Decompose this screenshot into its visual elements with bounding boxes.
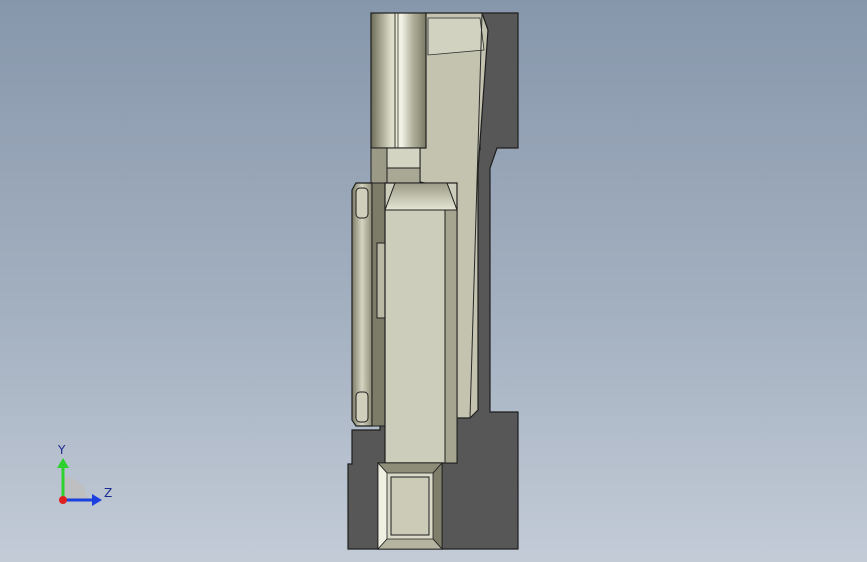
cad-part-model[interactable] <box>0 0 867 562</box>
left-rail <box>351 182 373 427</box>
top-cylinder <box>370 12 427 149</box>
y-axis-head <box>57 458 69 468</box>
graphics-viewport[interactable]: Y Z <box>0 0 867 562</box>
z-axis-head <box>92 494 102 506</box>
bottom-pocket <box>377 461 443 551</box>
triad-plane <box>63 476 87 500</box>
z-axis-label: Z <box>104 486 112 500</box>
central-block <box>384 182 458 464</box>
view-orientation-triad[interactable]: Y Z <box>40 440 130 515</box>
inner-strip <box>371 182 386 427</box>
x-axis-dot <box>59 496 67 504</box>
y-axis-label: Y <box>57 443 66 457</box>
neck-joint <box>370 147 421 185</box>
